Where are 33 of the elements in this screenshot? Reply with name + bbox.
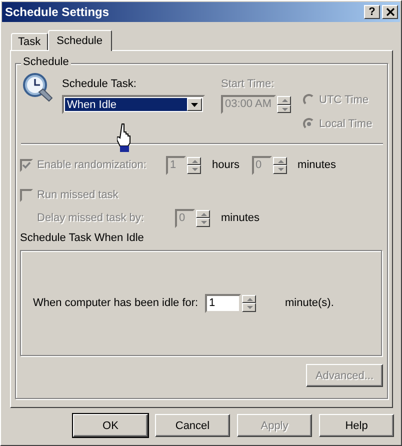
unit-label: minute(s).	[285, 296, 334, 310]
idle-minutes-field[interactable]: 1	[205, 294, 241, 312]
tab[interactable]: Task	[11, 33, 48, 50]
spinner-icon[interactable]	[195, 208, 211, 228]
radio-label: UTC Time	[319, 93, 368, 107]
dialog-button[interactable]: Help	[319, 414, 394, 437]
close-icon	[386, 8, 394, 16]
close-button[interactable]	[382, 5, 398, 19]
checkbox-label: Enable randomization:	[37, 158, 148, 172]
tab[interactable]: Schedule	[48, 30, 112, 51]
clock-wrench-icon	[22, 72, 54, 104]
window-title: Schedule Settings	[5, 5, 110, 19]
schedule-task-dropdown[interactable]: When Idle	[62, 95, 205, 114]
unit-label: minutes	[298, 158, 336, 172]
group-title: Schedule	[21, 56, 71, 68]
unit-label: hours	[212, 158, 240, 172]
dialog-button[interactable]: Cancel	[155, 414, 230, 437]
spinner-icon[interactable]	[276, 95, 292, 114]
checkbox-label: Run missed task	[37, 188, 118, 202]
schedule-task-label: Schedule Task:	[62, 77, 138, 91]
dialog-button[interactable]: OK	[73, 414, 148, 437]
delay-label: Delay missed task by:	[37, 211, 145, 225]
idle-label: When computer has been idle for:	[33, 296, 200, 310]
spinner-icon[interactable]	[186, 156, 202, 174]
radio-label: Local Time	[319, 117, 372, 131]
spinner-icon[interactable]	[241, 294, 257, 312]
start-time-label: Start Time:	[221, 77, 276, 91]
section-title: Schedule Task When Idle	[20, 231, 145, 245]
help-button[interactable]: ?	[364, 5, 380, 19]
hand-cursor-icon	[117, 123, 131, 153]
unit-label: minutes	[221, 211, 260, 225]
caret-icon	[191, 102, 198, 106]
spinner-icon[interactable]	[272, 156, 288, 174]
